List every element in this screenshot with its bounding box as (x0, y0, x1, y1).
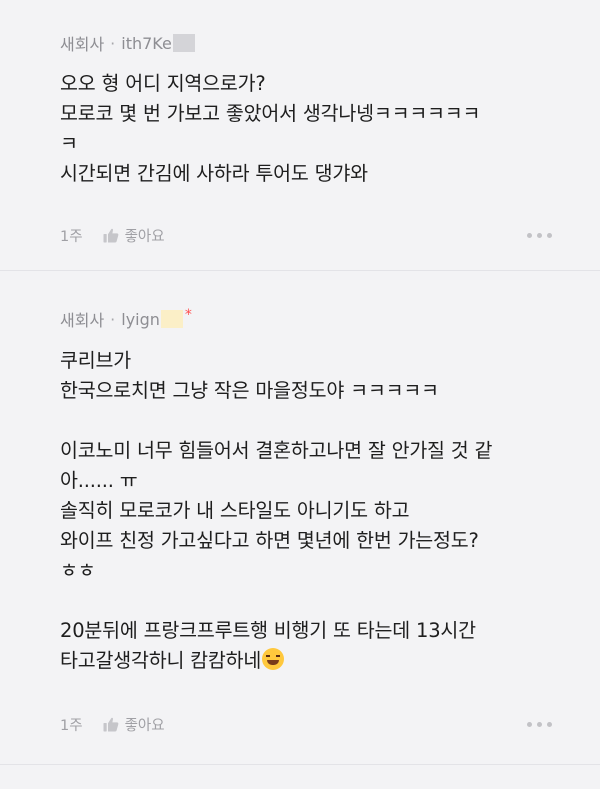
comment-divider (0, 764, 600, 765)
comment-text-line: 한국으로치면 그냥 작은 마을정도야 ㅋㅋㅋㅋㅋ (60, 379, 439, 402)
like-label: 좋아요 (124, 717, 165, 734)
more-options-button[interactable] (527, 718, 552, 731)
more-dot-icon (537, 721, 542, 727)
comment-footer: 1주 좋아요 (60, 224, 552, 246)
redaction-mask (160, 310, 183, 328)
comment-text-line: 20분뒤에 프랑크프루트행 비행기 또 타는데 13시간 (60, 619, 476, 642)
thumbs-up-icon (103, 228, 118, 242)
author-mark: * (184, 307, 192, 323)
comment-text-line: 시간되면 간김에 사하라 투어도 댕갸와 (60, 162, 368, 185)
author-company[interactable]: 새회사 (60, 31, 104, 55)
more-dot-icon (547, 721, 552, 727)
meta-separator: · (110, 309, 116, 329)
comment-meta: 새회사 · lyign * (60, 271, 540, 331)
thumbs-up-icon (103, 717, 118, 731)
author-name[interactable]: ith7Ke (121, 34, 172, 53)
comment-item: 새회사 · ith7Ke 오오 형 어디 지역으로가? 모로코 몇 번 가보고 … (0, 0, 600, 270)
comment-text-line: 솔직히 모로코가 내 스타일도 아니기도 하고 (60, 499, 410, 522)
author-name[interactable]: lyign (121, 310, 160, 329)
comment-text-line: 이코노미 너무 힘들어서 결혼하고나면 잘 안가질 것 같 (60, 439, 493, 462)
redaction-mask (172, 34, 195, 52)
meta-separator: · (110, 33, 116, 53)
comment-text-line: 와이프 친정 가고싶다고 하면 몇년에 한번 가는정도? (60, 529, 479, 552)
comment-text-line: 쿠리브가 (60, 349, 131, 372)
comment-text-line: ㅋ (60, 132, 78, 155)
more-options-button[interactable] (527, 229, 552, 242)
comment-body: 쿠리브가 한국으로치면 그냥 작은 마을정도야 ㅋㅋㅋㅋㅋ 이코노미 너무 힘들… (60, 346, 540, 676)
author-company[interactable]: 새회사 (60, 307, 104, 331)
comment-text-line: 오오 형 어디 지역으로가? (60, 72, 266, 95)
comment-text-segment: 타고갈생각하니 캄캄하네 (60, 649, 262, 672)
more-dot-icon (547, 232, 552, 238)
like-button[interactable]: 좋아요 (103, 225, 165, 246)
rolling-on-floor-laughing-emoji (262, 648, 285, 670)
comment-footer: 1주 좋아요 (60, 713, 552, 735)
comment-time: 1주 (60, 228, 83, 245)
like-button[interactable]: 좋아요 (103, 714, 165, 735)
comment-body: 오오 형 어디 지역으로가? 모로코 몇 번 가보고 좋았어서 생각나넹ㅋㅋㅋㅋ… (60, 69, 540, 189)
comment-meta: 새회사 · ith7Ke (60, 0, 540, 55)
comment-text-line: 타고갈생각하니 캄캄하네 (60, 646, 540, 676)
comment-item: 새회사 · lyign * 쿠리브가 한국으로치면 그냥 작은 마을정도야 ㅋㅋ… (0, 271, 600, 764)
like-label: 좋아요 (124, 228, 165, 245)
comment-text-line: 모로코 몇 번 가보고 좋았어서 생각나넹ㅋㅋㅋㅋㅋㅋ (60, 102, 481, 125)
comment-text-line: ㅎㅎ (60, 559, 96, 582)
comment-text-line: 아...... ㅠ (60, 469, 138, 492)
more-dot-icon (527, 232, 532, 238)
more-dot-icon (527, 721, 532, 727)
more-dot-icon (537, 232, 542, 238)
comment-time: 1주 (60, 717, 83, 734)
